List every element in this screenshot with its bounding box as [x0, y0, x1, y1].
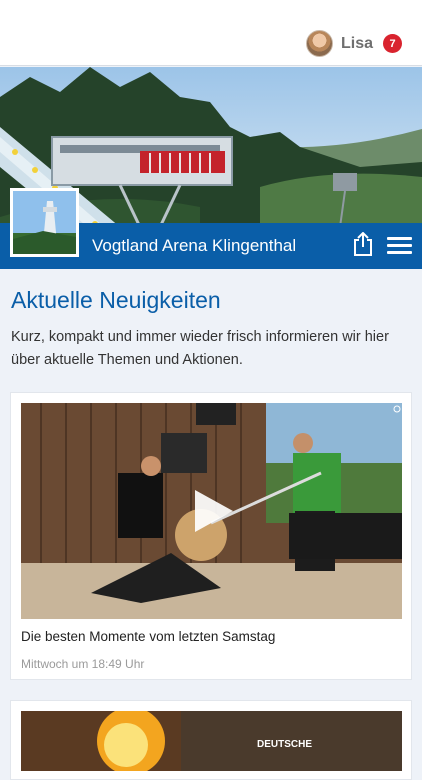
- top-bar: Lisa 7: [0, 0, 422, 66]
- share-icon[interactable]: [352, 231, 374, 256]
- user-profile[interactable]: Lisa 7: [305, 30, 402, 57]
- play-icon[interactable]: [189, 488, 235, 534]
- hamburger-menu-icon[interactable]: [387, 237, 412, 255]
- news-card[interactable]: DEUTSCHE: [10, 700, 412, 780]
- news-card[interactable]: Die besten Momente vom letzten Samstag M…: [10, 392, 412, 680]
- news-card-title[interactable]: Die besten Momente vom letzten Samstag: [21, 629, 275, 644]
- news-video-thumbnail[interactable]: [21, 403, 402, 619]
- venue-thumbnail[interactable]: [10, 188, 79, 257]
- venue-title: Vogtland Arena Klingenthal: [92, 236, 297, 255]
- user-avatar[interactable]: [305, 30, 333, 57]
- news-section-title: Aktuelle Neuigkeiten: [11, 287, 221, 313]
- banner-text: DEUTSCHE: [257, 739, 313, 750]
- news-card-timestamp: Mittwoch um 18:49 Uhr: [21, 657, 145, 671]
- user-name[interactable]: Lisa: [341, 35, 373, 53]
- news-section-intro: Kurz, kompakt und immer wieder frisch in…: [11, 329, 389, 368]
- notification-badge[interactable]: 7: [383, 34, 402, 53]
- news-image-thumbnail[interactable]: DEUTSCHE: [21, 711, 402, 771]
